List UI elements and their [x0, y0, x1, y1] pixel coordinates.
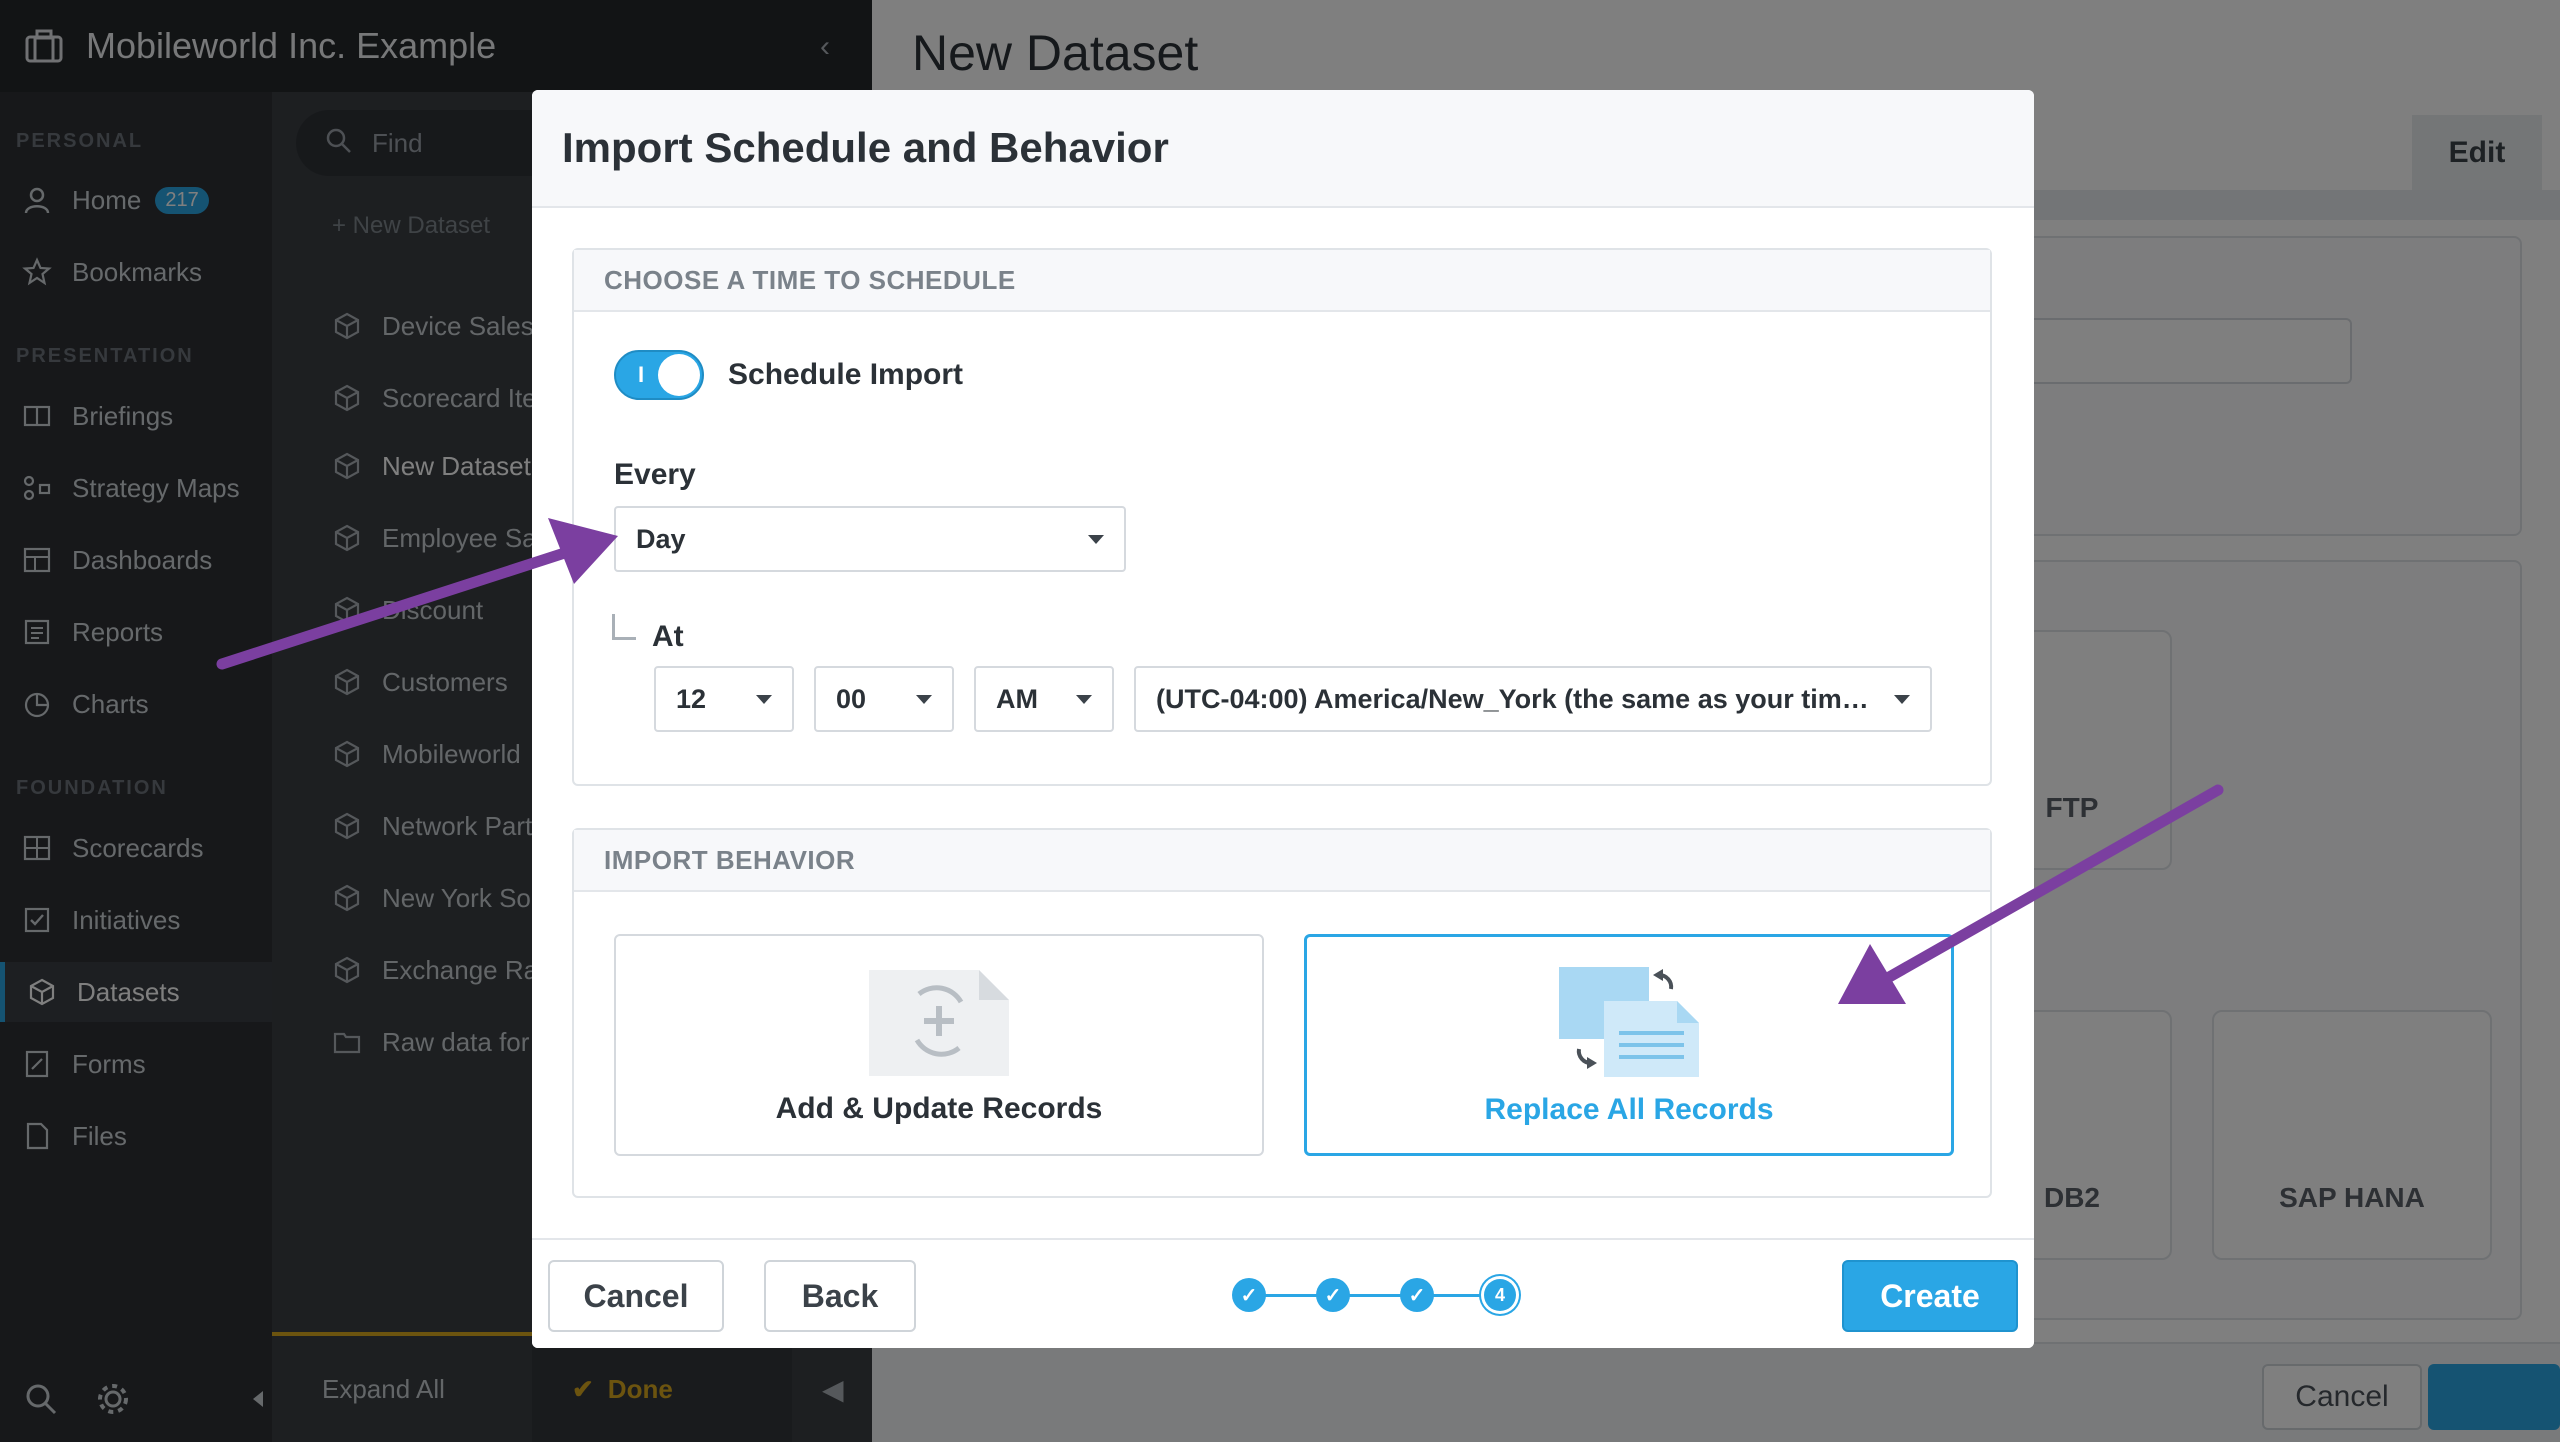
wizard-progress: ✓ ✓ ✓ 4: [1232, 1278, 1532, 1314]
add-records-icon: [869, 966, 1009, 1076]
cancel-button[interactable]: Cancel: [548, 1260, 724, 1332]
indent-arrow-icon: [612, 614, 636, 640]
back-button[interactable]: Back: [764, 1260, 916, 1332]
every-value: Day: [636, 523, 686, 554]
behavior-panel: IMPORT BEHAVIOR Add & Update Records Rep…: [572, 828, 1992, 1198]
ampm-value: AM: [996, 683, 1038, 714]
minute-value: 00: [836, 683, 867, 714]
replace-records-icon: [1559, 967, 1699, 1077]
timezone-select[interactable]: (UTC-04:00) America/New_York (the same a…: [1134, 666, 1932, 732]
caret-down-icon: [916, 695, 932, 704]
modal-footer: Cancel Back ✓ ✓ ✓ 4 Create: [532, 1238, 2034, 1348]
toggle-on-mark: I: [638, 362, 645, 387]
schedule-import-toggle[interactable]: I: [614, 350, 704, 400]
schedule-section-heading: CHOOSE A TIME TO SCHEDULE: [574, 250, 1990, 312]
caret-down-icon: [756, 695, 772, 704]
caret-down-icon: [1088, 535, 1104, 544]
option-replace-all-records[interactable]: Replace All Records: [1304, 934, 1954, 1156]
progress-line: [1252, 1294, 1502, 1297]
step-2-complete-icon: ✓: [1316, 1278, 1350, 1312]
step-3-complete-icon: ✓: [1400, 1278, 1434, 1312]
schedule-panel: CHOOSE A TIME TO SCHEDULE I Schedule Imp…: [572, 248, 1992, 786]
option-add-update-label: Add & Update Records: [775, 1092, 1103, 1125]
minute-select[interactable]: 00: [814, 666, 954, 732]
every-select[interactable]: Day: [614, 506, 1126, 572]
option-add-update-records[interactable]: Add & Update Records: [614, 934, 1264, 1156]
at-label: At: [652, 620, 684, 653]
step-1-complete-icon: ✓: [1232, 1278, 1266, 1312]
hour-select[interactable]: 12: [654, 666, 794, 732]
import-schedule-modal: Import Schedule and Behavior CHOOSE A TI…: [532, 90, 2034, 1348]
toggle-knob: [658, 354, 700, 396]
ampm-select[interactable]: AM: [974, 666, 1114, 732]
timezone-value: (UTC-04:00) America/New_York (the same a…: [1156, 683, 1922, 714]
option-replace-all-label: Replace All Records: [1484, 1093, 1774, 1126]
schedule-import-label: Schedule Import: [728, 358, 964, 391]
caret-down-icon: [1894, 695, 1910, 704]
modal-title: Import Schedule and Behavior: [562, 124, 1169, 171]
every-label: Every: [614, 458, 696, 491]
modal-header: Import Schedule and Behavior: [532, 90, 2034, 208]
hour-value: 12: [676, 683, 707, 714]
caret-down-icon: [1076, 695, 1092, 704]
behavior-section-heading: IMPORT BEHAVIOR: [574, 830, 1990, 892]
step-4-current: 4: [1484, 1279, 1516, 1311]
create-button[interactable]: Create: [1842, 1260, 2018, 1332]
